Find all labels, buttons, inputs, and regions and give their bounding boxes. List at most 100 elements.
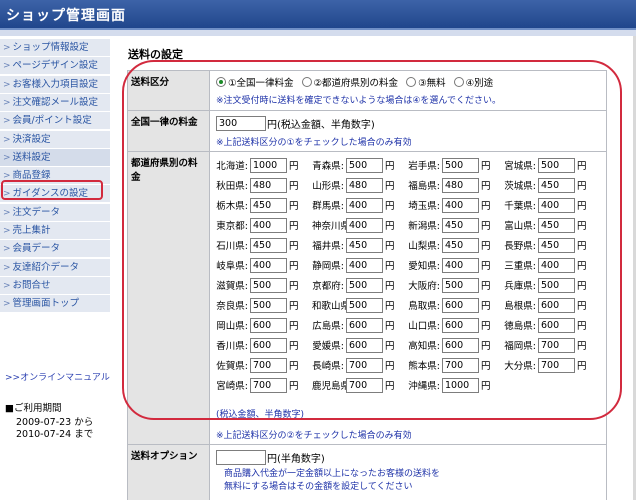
yen-unit: 円 (385, 161, 395, 172)
sidebar-item[interactable]: > 会員/ポイント設定 (0, 112, 110, 131)
yen-unit: 円 (289, 381, 299, 392)
flat-rate-input[interactable] (216, 115, 266, 131)
prefecture-rate-input[interactable] (538, 237, 575, 253)
prefecture-rate-input[interactable] (346, 237, 383, 253)
sidebar-item[interactable]: > 送料設定 (0, 148, 110, 167)
prefecture-name: 大分県: (504, 361, 536, 372)
prefecture-rate-input[interactable] (250, 277, 287, 293)
prefecture-rate-input[interactable] (442, 357, 479, 373)
prefecture-cell: 島根県: 円 (504, 297, 600, 313)
prefecture-rate-input[interactable] (250, 177, 287, 193)
flat-rate-label: 全国一律の料金 (127, 110, 210, 152)
prefecture-cell: 群馬県: 円 (312, 197, 408, 213)
prefecture-rate-input[interactable] (442, 157, 479, 173)
prefecture-rate-input[interactable] (538, 277, 575, 293)
prefecture-rate-input[interactable] (442, 377, 479, 393)
prefecture-rate-input[interactable] (250, 257, 287, 273)
prefecture-rate-input[interactable] (442, 177, 479, 193)
prefecture-rate-input[interactable] (538, 197, 575, 213)
chevron-right-icon: > (3, 152, 11, 163)
prefecture-rate-input[interactable] (250, 297, 287, 313)
prefecture-name: 栃木県: (216, 201, 248, 212)
prefecture-rate-input[interactable] (250, 157, 287, 173)
sidebar-item[interactable]: > お問合せ (0, 276, 110, 295)
prefecture-rate-input[interactable] (346, 297, 383, 313)
prefecture-cell: 愛知県: 円 (408, 257, 504, 273)
prefecture-rate-input[interactable] (250, 377, 287, 393)
prefecture-cell: 山梨県: 円 (408, 237, 504, 253)
sidebar-item[interactable]: > 決済設定 (0, 130, 110, 149)
sidebar-item[interactable]: > お客様入力項目設定 (0, 75, 110, 94)
radio-circle-icon[interactable] (301, 77, 312, 87)
online-manual-link[interactable]: >>オンラインマニュアル (5, 370, 110, 383)
yen-unit: 円 (385, 381, 395, 392)
prefecture-rate-input[interactable] (346, 217, 383, 233)
prefecture-rate-input[interactable] (442, 317, 479, 333)
prefecture-rate-input[interactable] (442, 337, 479, 353)
radio-circle-icon[interactable] (216, 77, 226, 87)
prefecture-rate-input[interactable] (346, 377, 383, 393)
prefecture-rate-input[interactable] (250, 217, 287, 233)
prefecture-rate-input[interactable] (346, 157, 383, 173)
yen-unit: 円 (481, 361, 491, 372)
prefecture-rate-input[interactable] (346, 197, 383, 213)
prefecture-rate-input[interactable] (250, 197, 287, 213)
prefecture-name: 千葉県: (504, 201, 536, 212)
radio-circle-icon[interactable] (406, 77, 417, 87)
yen-unit: 円 (289, 221, 299, 232)
prefecture-rate-input[interactable] (346, 257, 383, 273)
prefecture-cell: 長崎県: 円 (312, 357, 408, 373)
prefecture-name: 長崎県: (312, 361, 344, 372)
prefecture-rate-input[interactable] (346, 357, 383, 373)
shipping-type-radio[interactable]: ①全国一律料金 (216, 75, 294, 89)
prefecture-rate-input[interactable] (442, 237, 479, 253)
shipping-option-input[interactable] (216, 449, 266, 465)
prefecture-cell: 埼玉県: 円 (408, 197, 504, 213)
sidebar-item[interactable]: > 売上集計 (0, 222, 110, 240)
chevron-right-icon: > (3, 43, 11, 53)
prefecture-cell: 大分県: 円 (504, 357, 600, 373)
yen-unit: 円 (577, 201, 587, 212)
sidebar-item[interactable]: > 注文確認メール設定 (0, 93, 110, 112)
prefecture-rate-input[interactable] (442, 217, 479, 233)
prefecture-rate-input[interactable] (442, 277, 479, 293)
prefecture-rate-input[interactable] (538, 337, 575, 353)
prefecture-name: 群馬県: (312, 201, 344, 212)
prefecture-cell: 愛媛県: 円 (312, 337, 408, 353)
prefecture-rate-input[interactable] (346, 177, 383, 193)
prefecture-rate-input[interactable] (442, 197, 479, 213)
shipping-type-radio[interactable]: ②都道府県別の料金 (301, 75, 398, 89)
prefecture-rate-input[interactable] (538, 297, 575, 313)
sidebar-item[interactable]: > 友達紹介データ (0, 258, 110, 277)
prefecture-rate-input[interactable] (538, 217, 575, 233)
sidebar-item[interactable]: > 会員データ (0, 240, 110, 259)
yen-unit: 円 (289, 261, 299, 272)
prefecture-rate-input[interactable] (538, 177, 575, 193)
sidebar-item[interactable]: > 管理画面トップ (0, 295, 110, 314)
prefecture-rate-input[interactable] (538, 157, 575, 173)
prefecture-rate-input[interactable] (250, 317, 287, 333)
prefecture-rate-input[interactable] (442, 297, 479, 313)
prefecture-rate-input[interactable] (250, 237, 287, 253)
sidebar-item[interactable]: > ページデザイン設定 (0, 57, 110, 76)
prefecture-rate-input[interactable] (346, 277, 383, 293)
shipping-type-radio[interactable]: ④別途 (453, 75, 493, 89)
prefecture-rate-input[interactable] (346, 317, 383, 333)
prefecture-rate-input[interactable] (250, 357, 287, 373)
prefecture-rate-input[interactable] (346, 337, 383, 353)
prefecture-rate-input[interactable] (538, 317, 575, 333)
prefecture-cell: 高知県: 円 (408, 337, 504, 353)
shipping-type-radio[interactable]: ③無料 (406, 75, 446, 89)
chevron-right-icon: > (3, 79, 11, 90)
sidebar-item[interactable]: > ショップ情報設定 (0, 39, 110, 57)
sidebar: > ショップ情報設定 > ページデザイン設定 > お客様入力項目設定 > 注文確認メール設定 >… (0, 36, 110, 500)
yen-unit: 円 (289, 161, 299, 172)
prefecture-rate-input[interactable] (538, 257, 575, 273)
sidebar-item[interactable]: > 注文データ (0, 203, 110, 222)
prefecture-rate-input[interactable] (442, 257, 479, 273)
yen-unit: 円 (577, 341, 587, 352)
prefecture-rate-input[interactable] (250, 337, 287, 353)
radio-circle-icon[interactable] (453, 77, 464, 87)
prefecture-rate-input[interactable] (538, 357, 575, 373)
chevron-right-icon: > (3, 262, 11, 273)
